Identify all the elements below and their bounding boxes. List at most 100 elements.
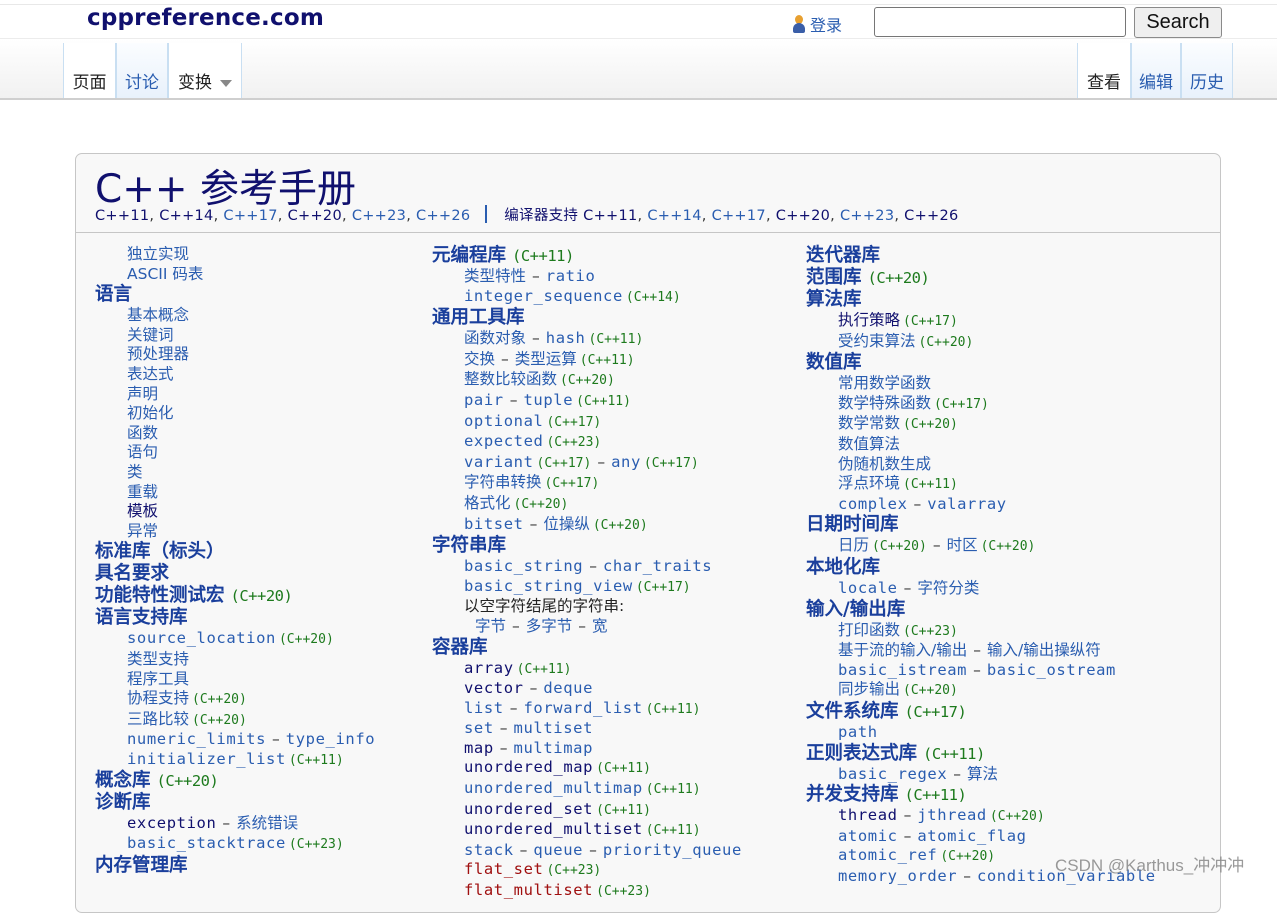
section-heading[interactable]: 范围库 (C++20) (806, 267, 1156, 289)
link[interactable]: deque (543, 679, 593, 697)
section-heading[interactable]: 本地化库 (806, 557, 1156, 579)
heading-algorithms[interactable]: 算法库 (806, 289, 862, 310)
link[interactable]: 交换 (464, 350, 495, 368)
compiler-support-std[interactable]: C++23 (840, 208, 894, 224)
heading-feature-test[interactable]: 功能特性测试宏 (95, 585, 225, 606)
link[interactable]: 位操纵 (543, 515, 590, 533)
heading-ranges[interactable]: 范围库 (806, 267, 862, 288)
section-heading[interactable]: 日期时间库 (806, 514, 1156, 536)
link[interactable]: bitset (464, 515, 524, 533)
link[interactable]: queue (533, 841, 583, 859)
tab-discussion[interactable]: 讨论 (116, 43, 168, 98)
section-heading[interactable]: 字符串库 (432, 535, 742, 557)
heading-datetime[interactable]: 日期时间库 (806, 514, 899, 535)
link[interactable]: 数学特殊函数 (838, 394, 931, 412)
section-heading[interactable]: 语言支持库 (95, 607, 375, 629)
link[interactable]: stack (464, 841, 514, 859)
link[interactable]: 语句 (127, 443, 158, 461)
link[interactable]: 类 (127, 463, 143, 481)
link[interactable]: 数学常数 (838, 414, 900, 432)
link[interactable]: 类型运算 (515, 350, 577, 368)
link[interactable]: set (464, 719, 494, 737)
link[interactable]: path (838, 723, 878, 741)
link[interactable]: priority_queue (603, 841, 742, 859)
tab-page[interactable]: 页面 (63, 43, 116, 98)
link[interactable]: 函数 (127, 424, 158, 442)
link[interactable]: 基本概念 (127, 306, 189, 324)
link[interactable]: 同步输出 (838, 680, 900, 698)
link[interactable]: locale (838, 579, 898, 597)
heading-containers[interactable]: 容器库 (432, 637, 488, 658)
link[interactable]: list (464, 699, 504, 717)
link[interactable]: forward_list (523, 699, 642, 717)
link[interactable]: 三路比较 (127, 710, 189, 728)
link[interactable]: initializer_list (127, 750, 286, 768)
section-heading[interactable]: 文件系统库 (C++17) (806, 701, 1156, 723)
compiler-support-link[interactable]: 编译器支持 (504, 208, 578, 224)
heading-iterators[interactable]: 迭代器库 (806, 245, 880, 266)
heading-utility[interactable]: 通用工具库 (432, 307, 525, 328)
tab-edit[interactable]: 编辑 (1131, 43, 1181, 98)
link[interactable]: array (464, 659, 514, 677)
heading-io[interactable]: 输入/输出库 (806, 599, 905, 620)
section-heading[interactable]: 迭代器库 (806, 245, 1156, 267)
link[interactable]: 受约束算法 (838, 332, 916, 350)
link[interactable]: 关键词 (127, 326, 174, 344)
link[interactable]: flat_set (464, 860, 543, 878)
heading-stdlib[interactable]: 标准库（标头） (95, 541, 225, 562)
heading-regex[interactable]: 正则表达式库 (806, 743, 917, 764)
link[interactable]: jthread (917, 806, 987, 824)
heading-memory[interactable]: 内存管理库 (95, 855, 188, 876)
link[interactable]: 多字节 (526, 617, 573, 635)
section-heading[interactable]: 具名要求 (95, 563, 375, 585)
site-logo[interactable]: cppreference.com (87, 5, 324, 31)
link[interactable]: source_location (127, 629, 276, 647)
section-heading[interactable]: 输入/输出库 (806, 599, 1156, 621)
link[interactable]: 打印函数 (838, 621, 900, 639)
link[interactable]: 浮点环境 (838, 474, 900, 492)
compiler-support-std[interactable]: C++17 (712, 208, 766, 224)
heading-lang-support[interactable]: 语言支持库 (95, 607, 188, 628)
section-heading[interactable]: 元编程库 (C++11) (432, 245, 742, 267)
link[interactable]: basic_string (464, 557, 583, 575)
link[interactable]: complex (838, 495, 908, 513)
link[interactable]: exception (127, 814, 216, 832)
link[interactable]: 格式化 (464, 494, 511, 512)
link[interactable]: integer_sequence (464, 287, 623, 305)
link[interactable]: thread (838, 806, 898, 824)
link[interactable]: 函数对象 (464, 329, 526, 347)
heading-numerics[interactable]: 数值库 (806, 352, 862, 373)
link[interactable]: flat_multiset (464, 881, 593, 899)
link[interactable]: type_info (286, 730, 375, 748)
link[interactable]: unordered_set (464, 800, 593, 818)
link[interactable]: 时区 (947, 536, 978, 554)
section-heading[interactable]: 并发支持库 (C++11) (806, 784, 1156, 806)
link[interactable]: 字节 (475, 617, 506, 635)
link[interactable]: char_traits (603, 557, 712, 575)
link[interactable]: ratio (546, 267, 596, 285)
heading-concepts[interactable]: 概念库 (95, 770, 151, 791)
section-heading[interactable]: 通用工具库 (432, 307, 742, 329)
link[interactable]: valarray (927, 495, 1006, 513)
link[interactable]: basic_istream (838, 661, 967, 679)
link[interactable]: unordered_multiset (464, 820, 643, 838)
link[interactable]: expected (464, 432, 543, 450)
link-ascii[interactable]: ASCII 码表 (127, 265, 203, 283)
heading-localization[interactable]: 本地化库 (806, 557, 880, 578)
section-heading[interactable]: 内存管理库 (95, 855, 375, 877)
section-heading[interactable]: 算法库 (806, 289, 1156, 311)
link[interactable]: 输入/输出操纵符 (987, 641, 1101, 659)
section-heading[interactable]: 语言 (95, 284, 375, 306)
std-link[interactable]: C++17 (223, 208, 277, 224)
link[interactable]: basic_string_view (464, 577, 633, 595)
section-heading[interactable]: 数值库 (806, 352, 1156, 374)
link[interactable]: atomic_ref (838, 846, 937, 864)
link[interactable]: 初始化 (127, 404, 174, 422)
link[interactable]: 常用数学函数 (838, 374, 931, 392)
link[interactable]: 类型支持 (127, 650, 189, 668)
link[interactable]: 执行策略 (838, 311, 900, 329)
link[interactable]: pair (464, 391, 504, 409)
link[interactable]: optional (464, 412, 543, 430)
link[interactable]: 异常 (127, 522, 158, 540)
std-link[interactable]: C++20 (288, 208, 342, 224)
